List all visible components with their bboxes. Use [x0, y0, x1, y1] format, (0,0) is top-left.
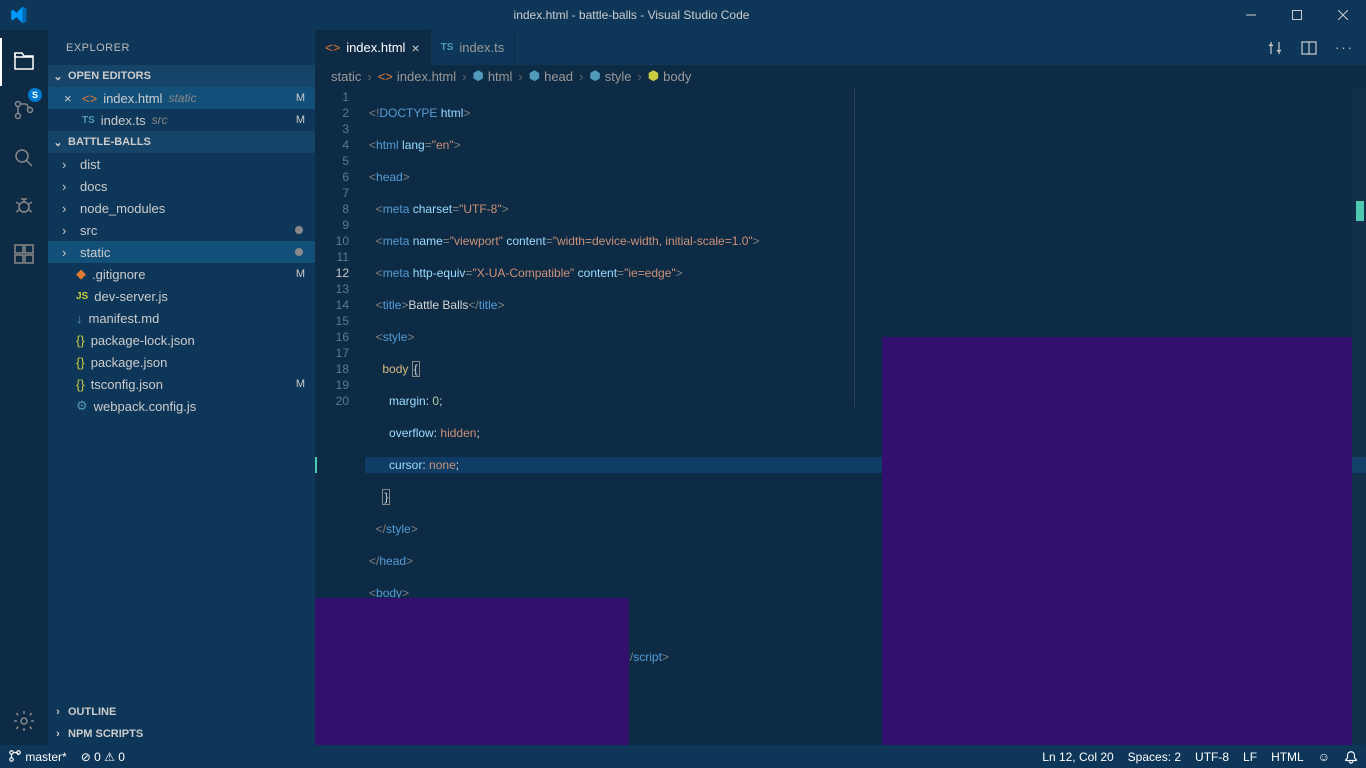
tree-folder-node-modules[interactable]: ›node_modules	[48, 197, 315, 219]
chevron-right-icon: ›	[52, 706, 64, 718]
indent-status[interactable]: Spaces: 2	[1128, 750, 1181, 764]
html-file-icon: <>	[82, 91, 97, 106]
chevron-down-icon: ⌄	[52, 70, 64, 83]
more-icon[interactable]: ···	[1335, 40, 1354, 55]
ts-file-icon: TS	[82, 115, 95, 126]
vscode-logo-icon	[0, 6, 35, 24]
minimize-button[interactable]	[1228, 0, 1274, 30]
extensions-activity[interactable]	[0, 230, 48, 278]
symbol-icon: ⬢	[472, 68, 483, 84]
md-file-icon: ↓	[76, 311, 83, 326]
overview-ruler[interactable]	[1352, 87, 1366, 745]
chevron-right-icon: ›	[62, 179, 74, 194]
feedback-icon[interactable]: ☺	[1318, 750, 1330, 764]
html-file-icon: <>	[378, 69, 393, 84]
explorer-activity[interactable]	[0, 38, 48, 86]
tree-file-tsconfig[interactable]: {}tsconfig.jsonM	[48, 373, 315, 395]
json-file-icon: {}	[76, 377, 85, 392]
tree-file-gitignore[interactable]: ◆.gitignoreM	[48, 263, 315, 285]
problems-status[interactable]: ⊘ 0 ⚠ 0	[81, 750, 125, 764]
sidebar: EXPLORER ⌄OPEN EDITORS × <> index.html s…	[48, 30, 315, 745]
breadcrumb-seg[interactable]: static	[331, 69, 361, 84]
editor-area: <> index.html × TS index.ts ··· static› …	[315, 30, 1366, 745]
js-file-icon: JS	[76, 291, 88, 302]
project-header[interactable]: ⌄BATTLE-BALLS	[48, 131, 315, 153]
tree-file-package-lock[interactable]: {}package-lock.json	[48, 329, 315, 351]
breadcrumb-seg[interactable]: ⬢html	[472, 68, 512, 84]
code-editor[interactable]: 1234567891011121314151617181920 <!DOCTYP…	[315, 87, 1366, 745]
breadcrumb-seg[interactable]: <>index.html	[378, 69, 456, 84]
tab-bar: <> index.html × TS index.ts ···	[315, 30, 1366, 65]
close-icon[interactable]: ×	[64, 91, 76, 106]
git-branch-status[interactable]: master*	[8, 749, 67, 764]
tree-file-manifest[interactable]: ↓manifest.md	[48, 307, 315, 329]
maximize-button[interactable]	[1274, 0, 1320, 30]
ts-file-icon: TS	[441, 42, 454, 53]
split-editor-icon[interactable]	[1301, 40, 1317, 56]
activity-bar	[0, 30, 48, 745]
config-file-icon: ⚙	[76, 398, 88, 414]
encoding-status[interactable]: UTF-8	[1195, 750, 1229, 764]
close-icon[interactable]: ×	[411, 40, 419, 56]
modified-dot-icon	[295, 248, 303, 256]
json-file-icon: {}	[76, 333, 85, 348]
cursor-position-status[interactable]: Ln 12, Col 20	[1042, 750, 1113, 764]
chevron-right-icon: ›	[62, 245, 74, 260]
tree-folder-dist[interactable]: ›dist	[48, 153, 315, 175]
outline-header[interactable]: ›OUTLINE	[48, 701, 315, 723]
tree-file-devserver[interactable]: JSdev-server.js	[48, 285, 315, 307]
chevron-right-icon: ›	[62, 157, 74, 172]
symbol-icon: ⬢	[648, 68, 659, 84]
symbol-icon: ⬢	[529, 68, 540, 84]
chevron-down-icon: ⌄	[52, 136, 64, 149]
chevron-right-icon: ›	[52, 728, 64, 740]
search-activity[interactable]	[0, 134, 48, 182]
tree-folder-docs[interactable]: ›docs	[48, 175, 315, 197]
symbol-icon: ⬢	[589, 68, 600, 84]
git-file-icon: ◆	[76, 266, 86, 282]
breadcrumb-seg[interactable]: ⬢body	[648, 68, 692, 84]
eol-status[interactable]: LF	[1243, 750, 1257, 764]
compare-icon[interactable]	[1267, 40, 1283, 56]
tab-actions: ···	[1267, 30, 1366, 65]
chevron-right-icon: ›	[62, 201, 74, 216]
close-button[interactable]	[1320, 0, 1366, 30]
scm-badge: S	[28, 88, 42, 102]
tree-folder-src[interactable]: ›src	[48, 219, 315, 241]
language-status[interactable]: HTML	[1271, 750, 1304, 764]
debug-activity[interactable]	[0, 182, 48, 230]
tree-file-package[interactable]: {}package.json	[48, 351, 315, 373]
modified-dot-icon	[295, 226, 303, 234]
window-title: index.html - battle-balls - Visual Studi…	[35, 8, 1228, 22]
html-file-icon: <>	[325, 40, 340, 55]
open-editor-index-html[interactable]: × <> index.html static M	[48, 87, 315, 109]
tree-file-webpack[interactable]: ⚙webpack.config.js	[48, 395, 315, 417]
json-file-icon: {}	[76, 355, 85, 370]
breadcrumb-seg[interactable]: ⬢style	[589, 68, 631, 84]
breadcrumb[interactable]: static› <>index.html› ⬢html› ⬢head› ⬢sty…	[315, 65, 1366, 87]
open-editors-header[interactable]: ⌄OPEN EDITORS	[48, 65, 315, 87]
tab-index-html[interactable]: <> index.html ×	[315, 30, 431, 65]
chevron-right-icon: ›	[62, 223, 74, 238]
tab-index-ts[interactable]: TS index.ts	[431, 30, 516, 65]
window-controls	[1228, 0, 1366, 30]
open-editor-index-ts[interactable]: × TS index.ts src M	[48, 109, 315, 131]
settings-activity[interactable]	[0, 697, 48, 745]
minimap-block	[882, 337, 1352, 745]
notifications-icon[interactable]	[1344, 750, 1358, 764]
tree-folder-static[interactable]: ›static	[48, 241, 315, 263]
title-bar: index.html - battle-balls - Visual Studi…	[0, 0, 1366, 30]
npm-scripts-header[interactable]: ›NPM SCRIPTS	[48, 723, 315, 745]
breadcrumb-seg[interactable]: ⬢head	[529, 68, 573, 84]
sidebar-title: EXPLORER	[48, 30, 315, 65]
minimap-block	[315, 598, 629, 745]
status-bar: master* ⊘ 0 ⚠ 0 Ln 12, Col 20 Spaces: 2 …	[0, 745, 1366, 768]
